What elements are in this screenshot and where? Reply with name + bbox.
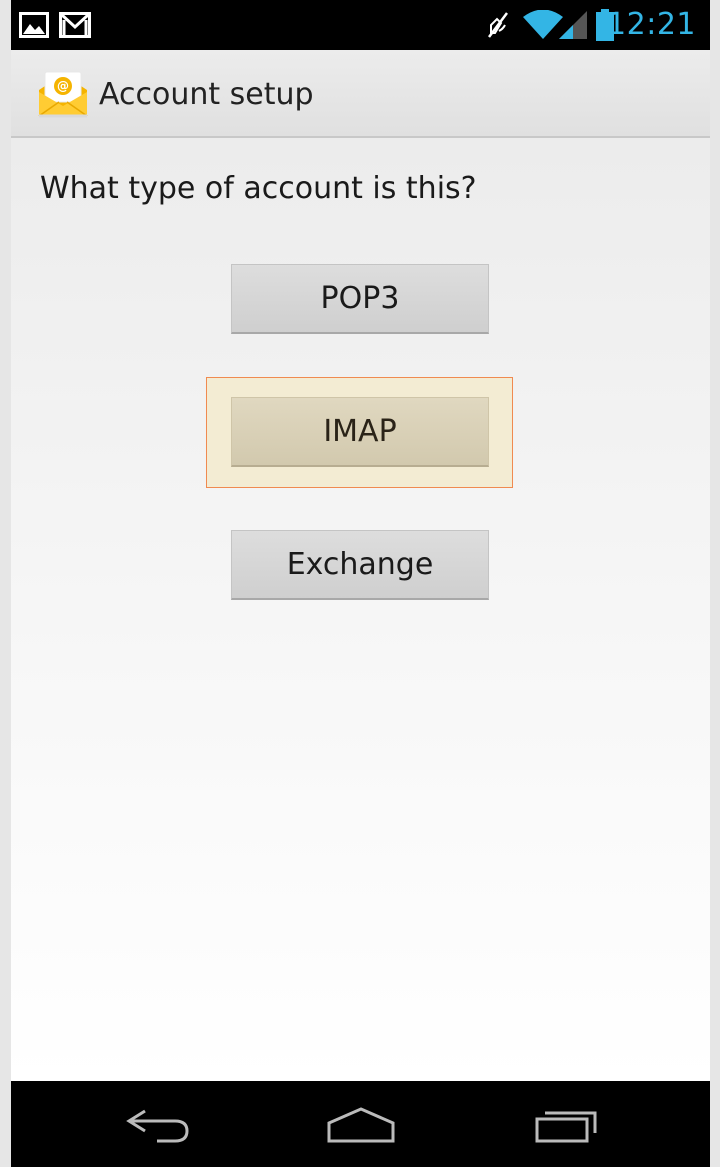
pop3-button[interactable]: POP3 <box>231 264 489 334</box>
home-icon[interactable] <box>321 1101 401 1147</box>
picture-icon <box>19 12 49 42</box>
clock-time: 12:21 <box>607 7 696 42</box>
back-icon[interactable] <box>117 1101 197 1147</box>
mute-icon <box>485 11 511 43</box>
exchange-button[interactable]: Exchange <box>231 530 489 600</box>
device-screen: 12:21 @ Account setup What type of accou… <box>11 0 710 1167</box>
recent-apps-icon[interactable] <box>527 1101 607 1147</box>
svg-text:@: @ <box>57 79 69 93</box>
account-type-question: What type of account is this? <box>40 171 477 206</box>
email-envelope-icon[interactable]: @ <box>35 68 91 120</box>
gmail-icon <box>59 12 91 42</box>
signal-icon <box>557 10 589 44</box>
navigation-bar <box>11 1081 710 1167</box>
content-area: What type of account is this? POP3 IMAP … <box>11 138 710 1081</box>
page-title: Account setup <box>99 77 314 112</box>
imap-button[interactable]: IMAP <box>231 397 489 467</box>
status-bar: 12:21 <box>11 0 710 50</box>
action-bar: @ Account setup <box>11 50 710 138</box>
